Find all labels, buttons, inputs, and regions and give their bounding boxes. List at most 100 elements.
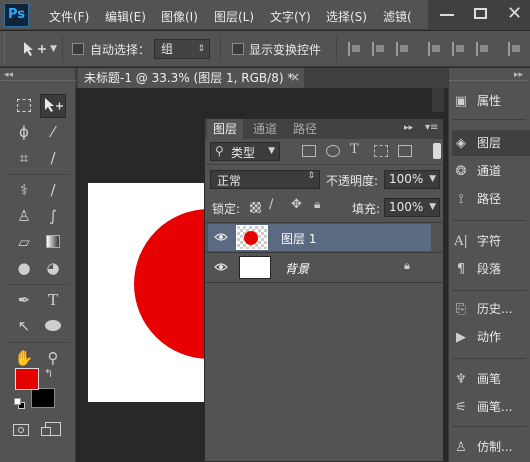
align-vcenter-icon[interactable] bbox=[452, 42, 466, 56]
pen-icon[interactable]: ✒ bbox=[11, 288, 37, 312]
menu-file[interactable]: 文件(F) bbox=[49, 8, 89, 25]
align-hcenter-icon[interactable] bbox=[372, 42, 386, 56]
marquee-icon[interactable] bbox=[11, 94, 37, 118]
auto-select-target-select[interactable]: 组 ⇕ bbox=[154, 39, 210, 59]
dock-item-brush[interactable]: ♆ 画笔 bbox=[452, 366, 501, 392]
layer-row[interactable]: 图层 1 bbox=[208, 224, 431, 251]
dock-item-clone-source[interactable]: ♙ 仿制... bbox=[452, 434, 512, 460]
dock-item-actions[interactable]: ▶ 动作 bbox=[452, 324, 501, 350]
dock-item-history[interactable]: ⎘ 历史... bbox=[452, 296, 513, 322]
dock-item-channels[interactable]: ❂ 通道 bbox=[452, 158, 501, 184]
default-colors-icon[interactable] bbox=[14, 398, 25, 409]
ellipse-icon[interactable] bbox=[40, 314, 66, 338]
filter-adjustment-icon[interactable] bbox=[326, 145, 340, 157]
layer-name[interactable]: 背景 bbox=[285, 260, 309, 277]
fill-value: 100% bbox=[389, 200, 424, 214]
quick-mask-icon[interactable] bbox=[13, 424, 29, 436]
history-brush-icon[interactable]: ∫ bbox=[40, 204, 66, 228]
close-icon[interactable]: × bbox=[290, 70, 300, 84]
brush-icon[interactable]: ∕ bbox=[40, 178, 66, 202]
blur-icon[interactable]: ● bbox=[11, 256, 37, 280]
search-icon: ⚲ bbox=[215, 144, 224, 158]
healing-icon[interactable]: ⚕ bbox=[11, 178, 37, 202]
align-top-icon[interactable] bbox=[428, 42, 442, 56]
collapse-icon[interactable]: ▸▸ bbox=[514, 70, 523, 80]
lock-all-icon[interactable]: 🔒︎ bbox=[314, 197, 320, 212]
swap-colors-icon[interactable]: ↰ bbox=[44, 367, 53, 380]
lock-position-icon[interactable]: ✥ bbox=[291, 197, 302, 212]
collapse-icon[interactable]: ▸▸ bbox=[404, 123, 413, 133]
fill-input[interactable]: 100% ▼ bbox=[384, 198, 440, 217]
filter-toggle[interactable] bbox=[433, 143, 441, 159]
filter-type-icon[interactable]: T bbox=[350, 142, 359, 157]
align-bottom-icon[interactable] bbox=[476, 42, 490, 56]
stamp-icon[interactable]: ♙ bbox=[11, 204, 37, 228]
opacity-value: 100% bbox=[389, 172, 424, 186]
brush-presets-icon: ⚟ bbox=[455, 400, 467, 415]
opacity-input[interactable]: 100% ▼ bbox=[384, 170, 440, 189]
align-right-icon[interactable] bbox=[396, 42, 410, 56]
menu-edit[interactable]: 编辑(E) bbox=[105, 8, 146, 25]
dock-item-layers[interactable]: ◈ 图层 bbox=[452, 130, 530, 156]
tab-channels[interactable]: 通道 bbox=[247, 119, 283, 139]
type-icon[interactable]: T bbox=[40, 288, 66, 312]
chevron-down-icon[interactable]: ▼ bbox=[50, 44, 57, 54]
minimize-icon[interactable] bbox=[440, 14, 454, 16]
lock-icon: 🔒︎ bbox=[404, 259, 410, 272]
auto-select-checkbox[interactable] bbox=[72, 43, 84, 55]
hand-icon[interactable]: ✋ bbox=[11, 346, 37, 370]
dock-item-brush-presets[interactable]: ⚟ 画笔... bbox=[452, 394, 512, 420]
dock-item-paths[interactable]: ⟟ 路径 bbox=[452, 186, 501, 212]
document-tab[interactable]: 未标题-1 @ 33.3% (图层 1, RGB/8) * bbox=[78, 68, 304, 88]
scrollbar[interactable] bbox=[432, 88, 444, 112]
divider bbox=[452, 426, 526, 427]
brush-icon: ♆ bbox=[455, 372, 467, 387]
filter-smart-object-icon[interactable] bbox=[398, 145, 412, 157]
filter-kind-value: 类型 bbox=[231, 146, 256, 160]
maximize-icon[interactable] bbox=[474, 8, 487, 19]
eyedropper-icon[interactable]: ∕ bbox=[40, 146, 66, 170]
align-left-icon[interactable] bbox=[348, 42, 362, 56]
lock-image-icon[interactable]: ∕ bbox=[269, 197, 273, 212]
dock-label: 动作 bbox=[477, 330, 502, 344]
menu-select[interactable]: 选择(S) bbox=[326, 8, 367, 25]
eraser-icon[interactable]: ▱ bbox=[11, 230, 37, 254]
layer-row[interactable]: 背景 🔒︎ bbox=[208, 254, 431, 281]
tab-layers[interactable]: 图层 bbox=[207, 119, 244, 139]
foreground-color-swatch[interactable] bbox=[15, 368, 39, 390]
dock-item-paragraph[interactable]: ¶ 段落 bbox=[452, 256, 501, 282]
app-logo: Ps bbox=[4, 3, 29, 27]
dock-label: 路径 bbox=[477, 192, 502, 206]
dock-label: 字符 bbox=[477, 234, 502, 248]
magic-wand-icon[interactable]: ⁄ bbox=[40, 120, 66, 144]
dock-item-properties[interactable]: ▣ 属性 bbox=[452, 88, 501, 114]
move-tool-preset-icon[interactable] bbox=[22, 40, 48, 58]
gradient-icon[interactable] bbox=[40, 230, 66, 254]
eye-icon[interactable] bbox=[214, 262, 228, 272]
eye-icon[interactable] bbox=[214, 232, 228, 242]
menu-filter[interactable]: 滤镜( bbox=[383, 8, 412, 25]
path-select-icon[interactable]: ↖ bbox=[11, 314, 37, 338]
tab-paths[interactable]: 路径 bbox=[287, 119, 323, 139]
panel-menu-icon[interactable]: ▾≡ bbox=[425, 122, 438, 133]
filter-kind-select[interactable]: ⚲ 类型 ▼ bbox=[210, 142, 280, 161]
dock-item-character[interactable]: A| 字符 bbox=[452, 228, 501, 254]
background-color-swatch[interactable] bbox=[31, 388, 55, 408]
move-icon[interactable] bbox=[40, 94, 66, 118]
close-icon[interactable]: ✕ bbox=[507, 3, 522, 24]
menu-type[interactable]: 文字(Y) bbox=[270, 8, 311, 25]
crop-icon[interactable]: ⌗ bbox=[11, 146, 37, 170]
lasso-icon[interactable]: ϕ bbox=[11, 120, 37, 144]
layer-name[interactable]: 图层 1 bbox=[281, 230, 316, 247]
dodge-icon[interactable]: ◕ bbox=[40, 256, 66, 280]
collapse-icon[interactable]: ◂◂ bbox=[4, 70, 13, 80]
screen-mode-icon[interactable] bbox=[41, 422, 61, 436]
menu-layer[interactable]: 图层(L) bbox=[214, 8, 254, 25]
filter-shape-icon[interactable] bbox=[374, 145, 388, 157]
menu-image[interactable]: 图像(I) bbox=[161, 8, 198, 25]
filter-pixel-icon[interactable] bbox=[302, 145, 316, 157]
blend-mode-select[interactable]: 正常 ⇕ bbox=[210, 170, 320, 189]
lock-transparent-icon[interactable] bbox=[250, 202, 261, 213]
show-transform-checkbox[interactable] bbox=[232, 43, 244, 55]
distribute-icon[interactable] bbox=[508, 42, 522, 56]
